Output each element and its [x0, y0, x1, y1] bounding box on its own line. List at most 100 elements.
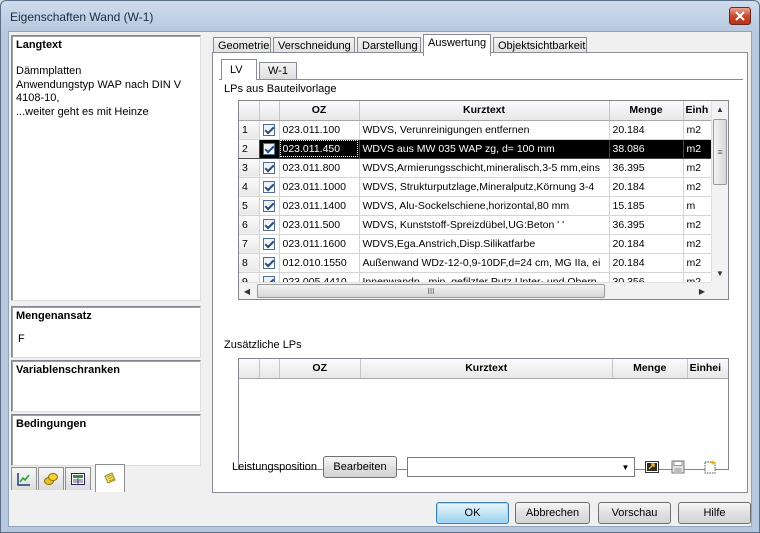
cell-menge[interactable]: 36.395: [609, 215, 684, 235]
tool-tab-table[interactable]: [65, 467, 91, 490]
tool-tab-note[interactable]: [95, 464, 125, 492]
cancel-button[interactable]: Abbrechen: [515, 502, 590, 524]
insert-button[interactable]: [642, 457, 662, 477]
cell-oz[interactable]: 023.011.450: [279, 139, 360, 159]
row-checkbox[interactable]: [259, 234, 280, 254]
cell-einheit[interactable]: m2: [683, 234, 714, 254]
close-button[interactable]: [729, 7, 751, 25]
zusaetzliche-grid[interactable]: OZ Kurztext Menge Einhei: [238, 358, 729, 470]
table-row[interactable]: 1 023.011.100 WDVS, Verunreinigungen ent…: [239, 120, 714, 140]
vertical-scrollbar[interactable]: ▲ ≡ ▼: [711, 101, 728, 283]
cell-oz[interactable]: 023.011.500: [279, 215, 360, 235]
subtab-lv[interactable]: LV: [221, 59, 257, 80]
header-einheit[interactable]: Einh: [683, 101, 714, 121]
table-row[interactable]: 6 023.011.500 WDVS, Kunststoff-Spreizdüb…: [239, 215, 714, 235]
new-button[interactable]: [700, 457, 720, 477]
cell-einheit[interactable]: m: [683, 196, 714, 216]
row-checkbox[interactable]: [259, 158, 280, 178]
cell-oz[interactable]: 023.011.100: [279, 120, 360, 140]
tool-tab-coins[interactable]: [38, 467, 64, 490]
dialog-client: Langtext Dämmplatten Anwendungstyp WAP n…: [8, 31, 752, 527]
mengenansatz-box[interactable]: Mengenansatz F: [11, 306, 201, 358]
horizontal-scroll-thumb[interactable]: III: [257, 284, 605, 298]
header-oz[interactable]: OZ: [279, 101, 360, 121]
header-einheit[interactable]: Einhei: [687, 359, 728, 379]
cell-kurztext[interactable]: WDVS,Armierungsschicht,mineralisch,3-5 m…: [359, 158, 610, 178]
cell-kurztext[interactable]: WDVS aus MW 035 WAP zg, d= 100 mm: [359, 139, 610, 159]
table-row-selected[interactable]: 2 023.011.450 WDVS aus MW 035 WAP zg, d=…: [239, 139, 714, 159]
horizontal-scrollbar[interactable]: ◀ III ▶: [239, 282, 711, 299]
table-row[interactable]: 3 023.011.800 WDVS,Armierungsschicht,min…: [239, 158, 714, 178]
help-button[interactable]: Hilfe: [678, 502, 751, 524]
lps-bauteil-grid[interactable]: OZ Kurztext Menge Einh 1 023.011.100 WDV…: [238, 100, 729, 300]
grid-header-row: OZ Kurztext Menge Einhei: [239, 359, 728, 379]
ok-button[interactable]: OK: [436, 502, 509, 524]
dialog-window: Eigenschaften Wand (W-1) Langtext Dämmpl…: [0, 0, 760, 533]
tool-tab-chart[interactable]: [11, 467, 37, 490]
langtext-box[interactable]: Langtext Dämmplatten Anwendungstyp WAP n…: [11, 35, 201, 301]
leistungsposition-combo[interactable]: ▼: [407, 457, 635, 477]
cell-menge[interactable]: 20.184: [609, 253, 684, 273]
bedingungen-box[interactable]: Bedingungen: [11, 414, 201, 466]
chart-icon: [17, 473, 30, 486]
table-row[interactable]: 5 023.011.1400 WDVS, Alu-Sockelschiene,h…: [239, 196, 714, 216]
row-checkbox[interactable]: [259, 196, 280, 216]
cell-einheit[interactable]: m2: [683, 177, 714, 197]
langtext-line: 4108-10,: [16, 92, 60, 104]
cell-oz[interactable]: 023.011.1400: [279, 196, 360, 216]
scroll-left-arrow-icon[interactable]: ◀: [239, 283, 255, 299]
table-row[interactable]: 8 012.010.1550 Außenwand WDz-12-0,9-10DF…: [239, 253, 714, 273]
cell-menge[interactable]: 20.184: [609, 120, 684, 140]
cell-einheit[interactable]: m2: [683, 253, 714, 273]
title-bar[interactable]: Eigenschaften Wand (W-1): [1, 1, 759, 31]
table-row[interactable]: 4 023.011.1000 WDVS, Strukturputzlage,Mi…: [239, 177, 714, 197]
cell-oz[interactable]: 023.011.1000: [279, 177, 360, 197]
lps-bauteil-label: LPs aus Bauteilvorlage: [224, 83, 337, 95]
cell-kurztext[interactable]: WDVS, Strukturputzlage,Mineralputz,Körnu…: [359, 177, 610, 197]
checkbox-checked-icon: [263, 180, 275, 193]
cell-oz[interactable]: 012.010.1550: [279, 253, 360, 273]
scroll-down-arrow-icon[interactable]: ▼: [712, 265, 728, 282]
cell-menge[interactable]: 38.086: [609, 139, 684, 159]
cell-kurztext[interactable]: WDVS, Alu-Sockelschiene,horizontal,80 mm: [359, 196, 610, 216]
cell-menge[interactable]: 36.395: [609, 158, 684, 178]
table-row[interactable]: 7 023.011.1600 WDVS,Ega.Anstrich,Disp.Si…: [239, 234, 714, 254]
chevron-down-icon[interactable]: ▼: [617, 458, 634, 476]
subtab-w1[interactable]: W-1: [259, 62, 297, 79]
cell-oz[interactable]: 023.011.800: [279, 158, 360, 178]
row-checkbox[interactable]: [259, 139, 280, 159]
cell-menge[interactable]: 15.185: [609, 196, 684, 216]
scroll-up-arrow-icon[interactable]: ▲: [712, 101, 728, 118]
cell-kurztext[interactable]: WDVS, Kunststoff-Spreizdübel,UG:Beton ' …: [359, 215, 610, 235]
scroll-right-arrow-icon[interactable]: ▶: [694, 283, 710, 299]
variablenschranken-box[interactable]: Variablenschranken: [11, 360, 201, 412]
cell-menge[interactable]: 20.184: [609, 234, 684, 254]
row-number: 3: [239, 158, 260, 178]
tab-auswertung[interactable]: Auswertung: [423, 34, 491, 56]
bearbeiten-button[interactable]: Bearbeiten: [323, 456, 397, 478]
header-menge[interactable]: Menge: [612, 359, 688, 379]
row-checkbox[interactable]: [259, 215, 280, 235]
header-kurztext[interactable]: Kurztext: [359, 101, 610, 121]
note-icon: [104, 471, 116, 484]
cell-kurztext[interactable]: Außenwand WDz-12-0,9-10DF,d=24 cm, MG II…: [359, 253, 610, 273]
header-menge[interactable]: Menge: [609, 101, 684, 121]
row-checkbox[interactable]: [259, 177, 280, 197]
auswertung-page: LV W-1 LPs aus Bauteilvorlage OZ Kurztex…: [212, 52, 748, 493]
cell-einheit[interactable]: m2: [683, 139, 714, 159]
vertical-scroll-thumb[interactable]: ≡: [713, 119, 727, 185]
row-checkbox[interactable]: [259, 120, 280, 140]
cell-kurztext[interactable]: WDVS, Verunreinigungen entfernen: [359, 120, 610, 140]
save-button[interactable]: [668, 457, 688, 477]
header-oz[interactable]: OZ: [279, 359, 361, 379]
preview-button[interactable]: Vorschau: [598, 502, 671, 524]
langtext-title: Langtext: [16, 39, 62, 51]
cell-oz[interactable]: 023.011.1600: [279, 234, 360, 254]
header-kurztext[interactable]: Kurztext: [360, 359, 613, 379]
cell-kurztext[interactable]: WDVS,Ega.Anstrich,Disp.Silikatfarbe: [359, 234, 610, 254]
row-checkbox[interactable]: [259, 253, 280, 273]
cell-einheit[interactable]: m2: [683, 158, 714, 178]
cell-einheit[interactable]: m2: [683, 215, 714, 235]
cell-einheit[interactable]: m2: [683, 120, 714, 140]
cell-menge[interactable]: 20.184: [609, 177, 684, 197]
